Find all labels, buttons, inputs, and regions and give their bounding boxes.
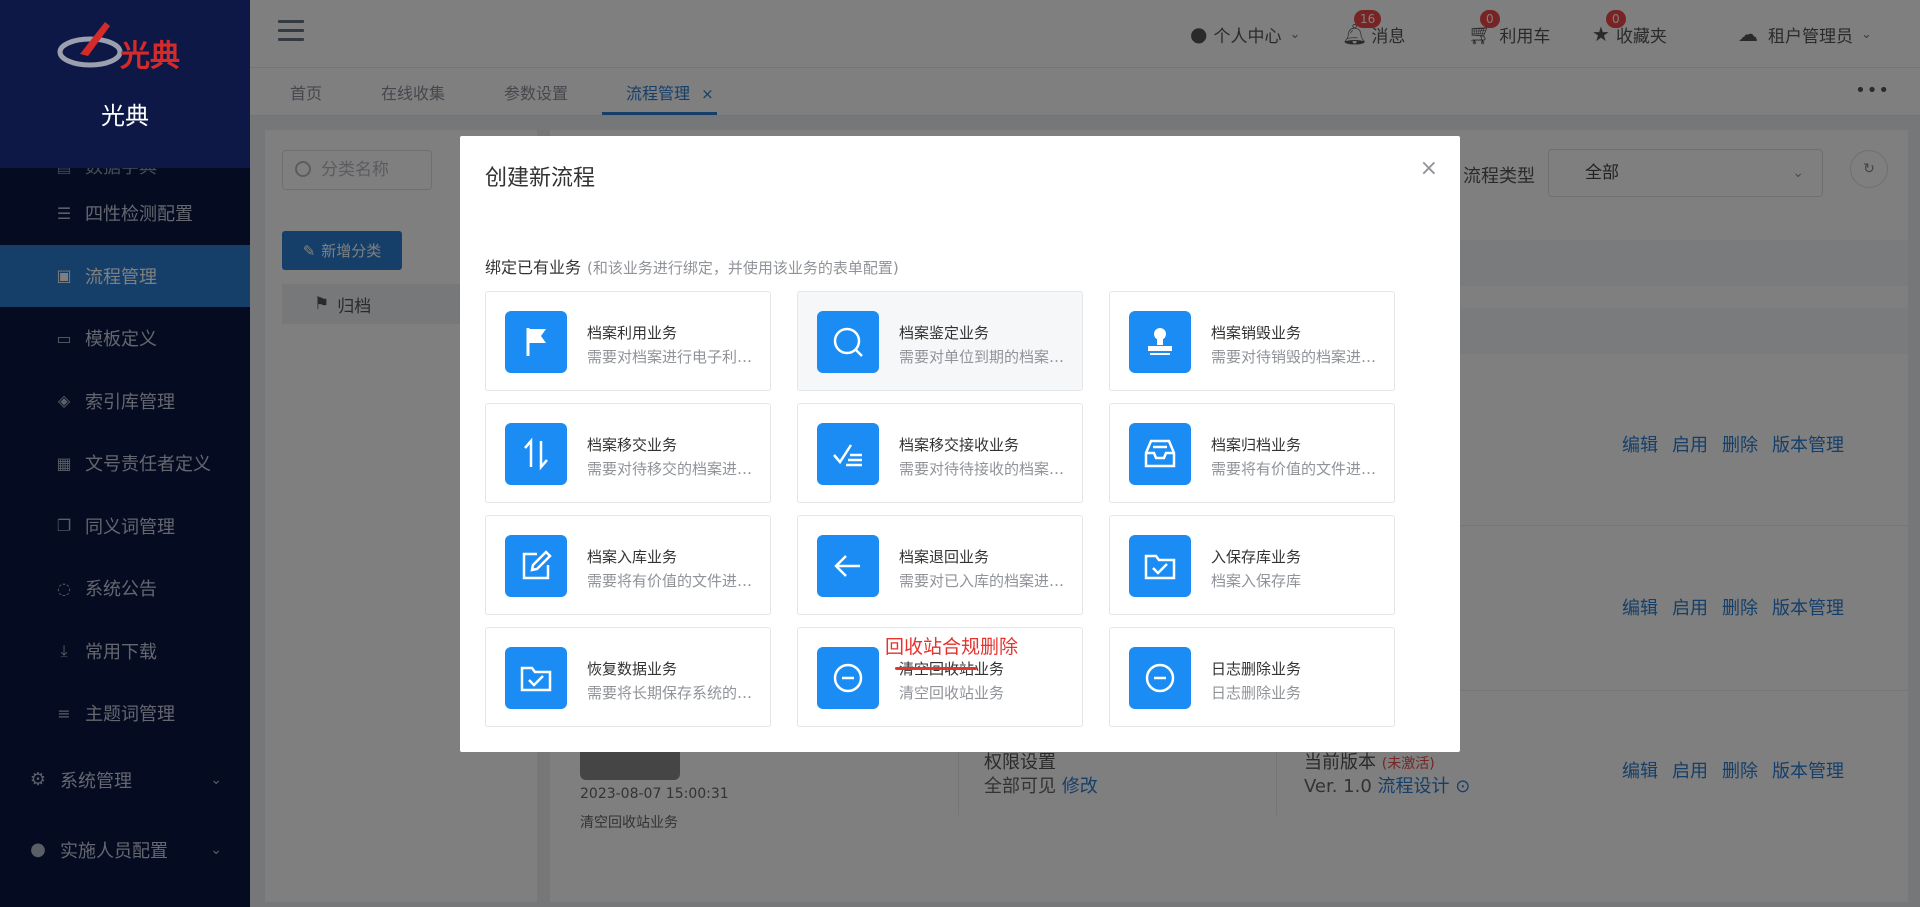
flag-icon xyxy=(505,311,567,373)
folder-check-icon xyxy=(505,647,567,709)
svg-text:光典: 光典 xyxy=(120,39,180,74)
checklist-icon xyxy=(817,423,879,485)
business-card-return[interactable]: 档案退回业务 需要对已入库的档案进行退回 xyxy=(797,515,1083,615)
folder-check-icon xyxy=(1129,535,1191,597)
brand-logo: 光典 xyxy=(57,22,180,74)
business-card-warehousing[interactable]: 档案入库业务 需要将有价值的文件进行入库 xyxy=(485,515,771,615)
business-card-destruction[interactable]: 档案销毁业务 需要对待销毁的档案进行销毁 xyxy=(1109,291,1395,391)
business-card-data-recovery[interactable]: 恢复数据业务 需要将长期保存系统的数据恢复 xyxy=(485,627,771,727)
business-card-appraisal[interactable]: 档案鉴定业务 需要对单位到期的档案进行鉴定 xyxy=(797,291,1083,391)
business-card-transfer-receive[interactable]: 档案移交接收业务 需要对待待接收的档案进行接收 xyxy=(797,403,1083,503)
close-icon[interactable]: × xyxy=(1420,158,1438,180)
minus-circle-icon xyxy=(817,647,879,709)
dialog-title: 创建新流程 xyxy=(485,166,596,191)
business-card-utilization[interactable]: 档案利用业务 需要对档案进行电子利用的业务 xyxy=(485,291,771,391)
business-card-log-deletion[interactable]: 日志删除业务 日志删除业务 xyxy=(1109,627,1395,727)
business-card-transfer[interactable]: 档案移交业务 需要对待移交的档案进行移交 xyxy=(485,403,771,503)
transfer-icon xyxy=(505,423,567,485)
annotation-text: 回收站合规删除 xyxy=(885,636,1019,658)
create-process-dialog: 创建新流程 × 绑定已有业务 (和该业务进行绑定，并使用该业务的表单配置) 档案利… xyxy=(460,136,1460,752)
logo-area: 光典 光典 xyxy=(0,0,250,168)
inbox-icon xyxy=(1129,423,1191,485)
minus-circle-icon xyxy=(1129,647,1191,709)
business-card-filing[interactable]: 档案归档业务 需要将有价值的文件进行归档 xyxy=(1109,403,1395,503)
business-card-preservation[interactable]: 入保存库业务 档案入保存库 xyxy=(1109,515,1395,615)
section-label: 绑定已有业务 (和该业务进行绑定，并使用该业务的表单配置) xyxy=(485,258,899,277)
brand-title: 光典 xyxy=(101,102,149,130)
search-icon xyxy=(817,311,879,373)
annotation-strike xyxy=(895,667,977,670)
arrow-left-icon xyxy=(817,535,879,597)
section-note: (和该业务进行绑定，并使用该业务的表单配置) xyxy=(587,259,899,277)
edit-icon xyxy=(505,535,567,597)
stamp-icon xyxy=(1129,311,1191,373)
